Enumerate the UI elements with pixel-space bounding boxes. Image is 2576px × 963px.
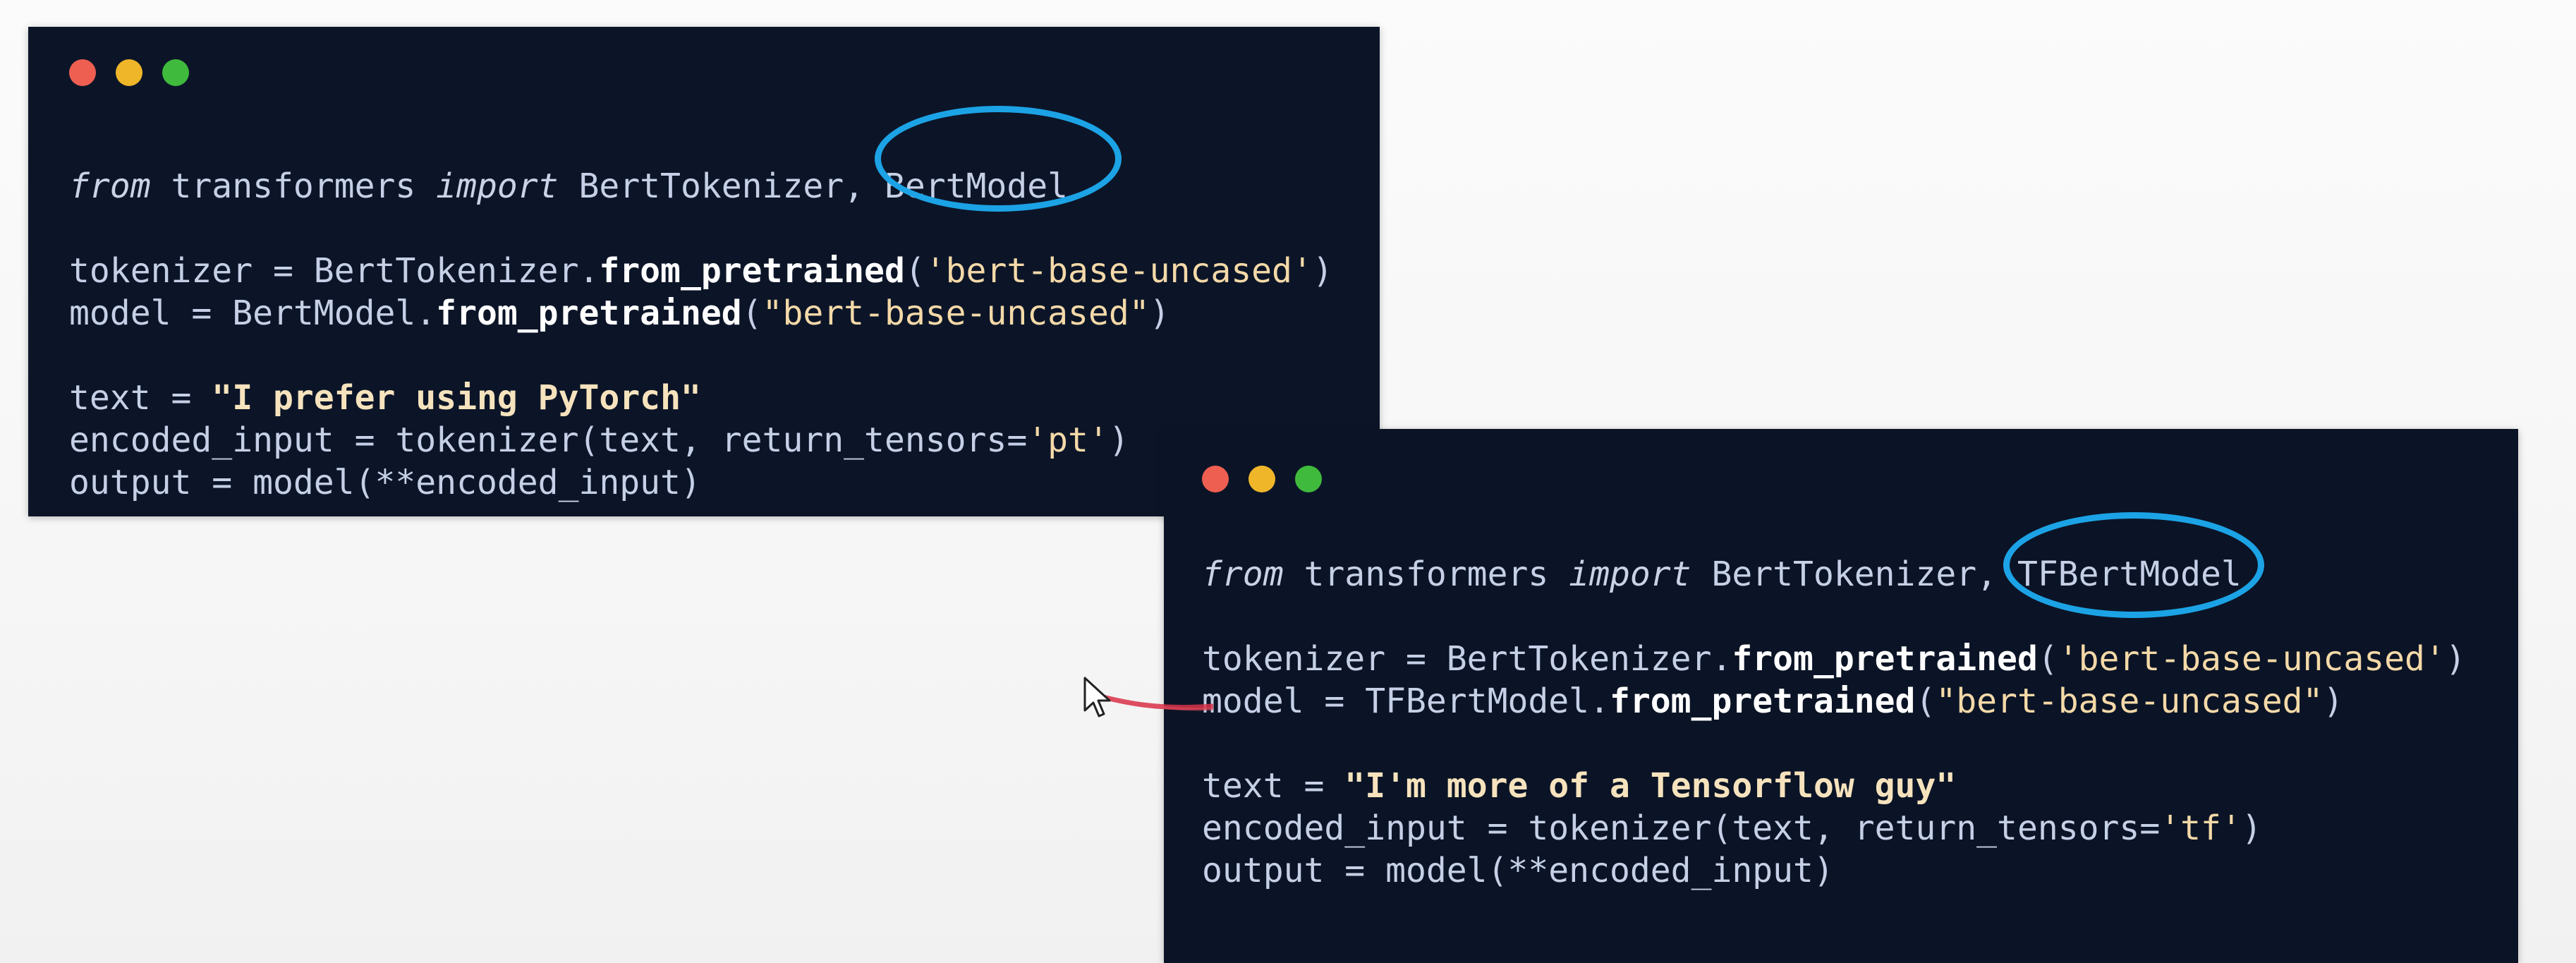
string-literal: "bert-base-uncased" [762, 293, 1150, 333]
code-text: model = TFBertModel. [1202, 682, 1610, 721]
string-literal: 'bert-base-uncased' [925, 251, 1313, 291]
code-line-text: text = "I prefer using PyTorch" [69, 377, 1333, 419]
code-text: encoded_input = tokenizer(text, return_t… [69, 420, 1028, 460]
string-literal: "I prefer using PyTorch" [212, 378, 701, 418]
code-text: encoded_input = tokenizer(text, return_t… [1202, 808, 2161, 848]
code-line-model: model = BertModel.from_pretrained("bert-… [69, 292, 1333, 334]
annotation-stroke-icon [1083, 677, 1213, 717]
code-line-import: from transformers import BertTokenizer, … [69, 165, 1333, 207]
code-line-text: text = "I'm more of a Tensorflow guy" [1202, 765, 2466, 807]
code-window-tensorflow: from transformers import BertTokenizer, … [1164, 429, 2518, 963]
code-text: tokenizer = BertTokenizer. [69, 251, 600, 291]
code-text: model = BertModel. [69, 293, 437, 333]
string-literal: "bert-base-uncased" [1936, 682, 2323, 721]
code-line-tokenizer: tokenizer = BertTokenizer.from_pretraine… [1202, 638, 2466, 680]
code-text: text = [69, 378, 212, 418]
window-controls [69, 59, 189, 86]
module-name: transformers [150, 166, 437, 206]
paren-close: ) [1149, 293, 1170, 333]
close-dot-icon [69, 59, 96, 86]
string-literal: 'bert-base-uncased' [2058, 639, 2446, 679]
imported-names: BertTokenizer, [558, 166, 885, 206]
code-text: output = model(**encoded_input) [1202, 851, 1834, 890]
paren-close: ) [2445, 639, 2466, 679]
keyword-from: from [69, 166, 151, 206]
maximize-dot-icon [1295, 466, 1322, 492]
code-line-output: output = model(**encoded_input) [69, 461, 1333, 504]
paren-close: ) [1312, 251, 1333, 291]
maximize-dot-icon [162, 59, 189, 86]
paren-open: ( [741, 293, 763, 333]
code-line-encoded-input: encoded_input = tokenizer(text, return_t… [69, 419, 1333, 461]
string-literal: "I'm more of a Tensorflow guy" [1344, 766, 1957, 806]
code-text: tokenizer = BertTokenizer. [1202, 639, 1732, 679]
keyword-import: import [436, 166, 559, 206]
keyword-import: import [1569, 555, 1691, 594]
paren-close: ) [2241, 808, 2262, 848]
code-line-model: model = TFBertModel.from_pretrained("ber… [1202, 680, 2466, 722]
method-name: from_pretrained [1609, 682, 1916, 721]
code-line-tokenizer: tokenizer = BertTokenizer.from_pretraine… [69, 250, 1333, 292]
highlight-circle-bertmodel [875, 106, 1122, 212]
window-controls [1202, 466, 1322, 492]
code-block-pytorch: from transformers import BertTokenizer, … [69, 165, 1333, 504]
code-text: output = model(**encoded_input) [69, 463, 701, 502]
minimize-dot-icon [116, 59, 142, 86]
string-literal: 'tf' [2160, 808, 2242, 848]
paren-close: ) [1108, 420, 1129, 460]
paren-open: ( [1915, 682, 1936, 721]
string-literal: 'pt' [1027, 420, 1109, 460]
code-text: text = [1202, 766, 1345, 806]
highlight-circle-tfbertmodel [2003, 512, 2264, 618]
method-name: from_pretrained [599, 251, 905, 291]
annotation-pointer [1079, 674, 1213, 730]
close-dot-icon [1202, 466, 1229, 492]
minimize-dot-icon [1248, 466, 1275, 492]
code-line-output: output = model(**encoded_input) [1202, 849, 2466, 892]
mouse-pointer-icon [1083, 677, 1111, 717]
paren-open: ( [904, 251, 925, 291]
code-line-import: from transformers import BertTokenizer, … [1202, 553, 2466, 595]
keyword-from: from [1202, 555, 1284, 594]
code-block-tensorflow: from transformers import BertTokenizer, … [1202, 553, 2466, 892]
method-name: from_pretrained [1732, 639, 2038, 679]
imported-names: BertTokenizer, [1691, 555, 2017, 594]
module-name: transformers [1283, 555, 1569, 594]
method-name: from_pretrained [436, 293, 742, 333]
paren-close: ) [2323, 682, 2344, 721]
paren-open: ( [2037, 639, 2058, 679]
code-line-encoded-input: encoded_input = tokenizer(text, return_t… [1202, 807, 2466, 849]
